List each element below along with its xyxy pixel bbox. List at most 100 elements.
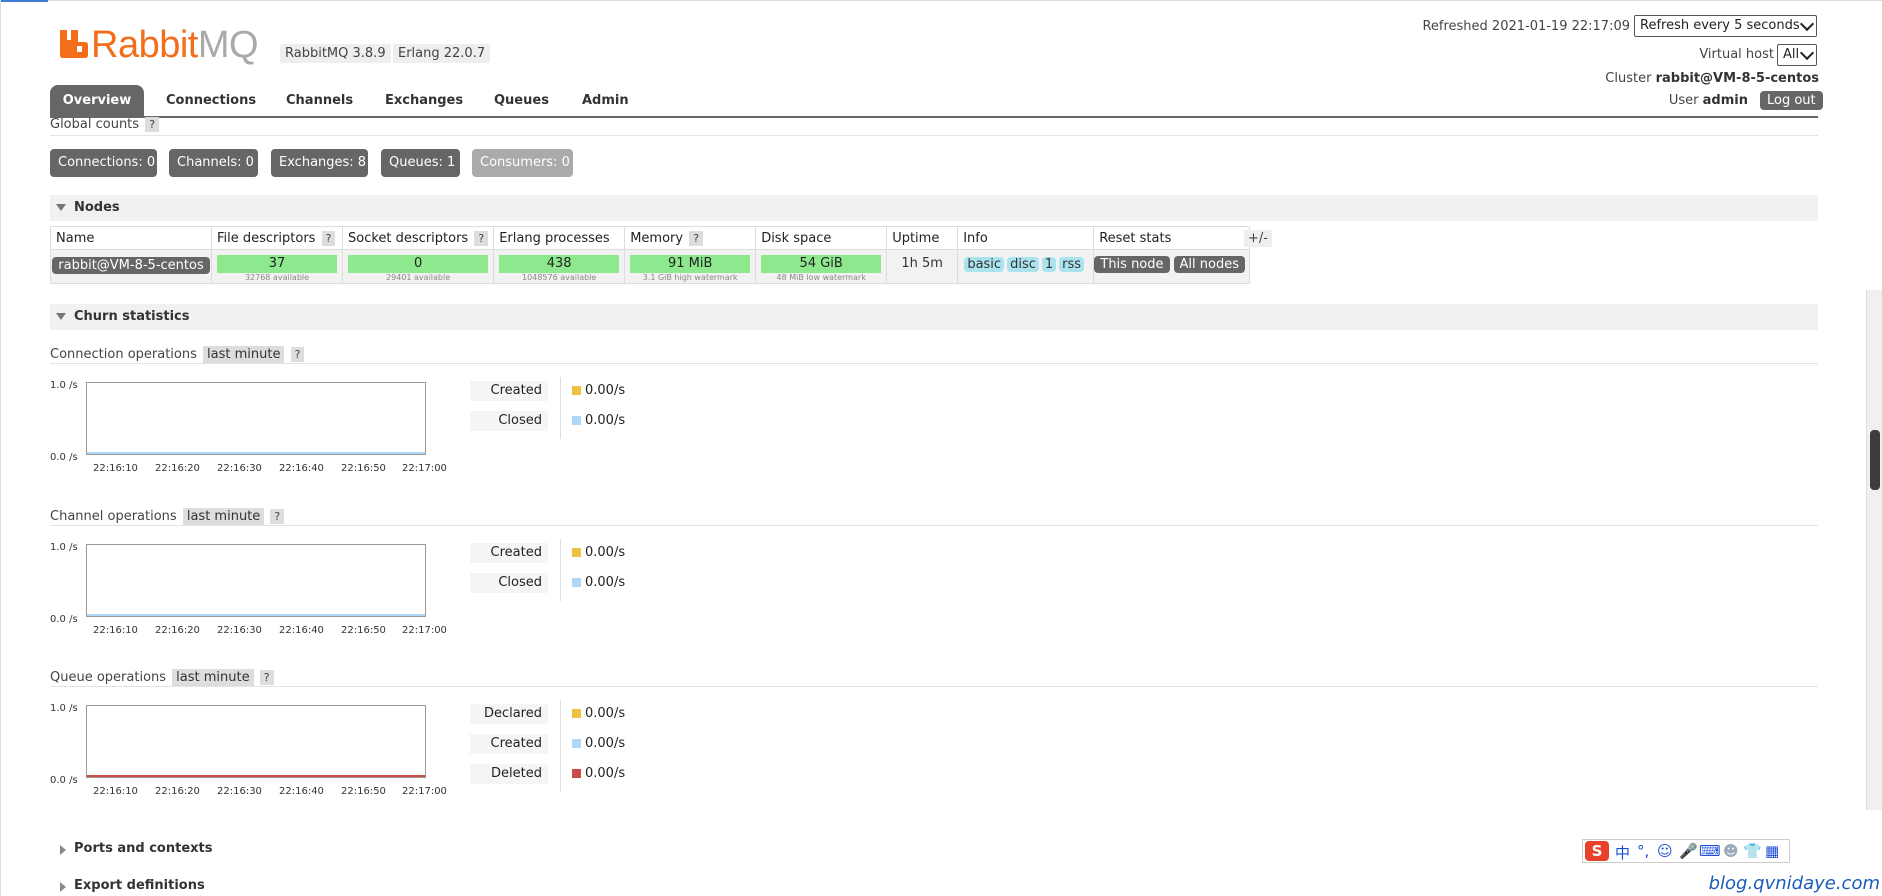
tab-admin[interactable]: Admin xyxy=(582,85,629,116)
plot-area xyxy=(86,544,426,617)
connections-count-button[interactable]: Connections: 0 xyxy=(50,149,157,177)
legend-divider xyxy=(560,377,561,439)
help-button[interactable]: ? xyxy=(145,117,160,132)
tab-exchanges[interactable]: Exchanges xyxy=(385,85,463,116)
column-header: Erlang processes xyxy=(493,226,626,250)
time-range-button[interactable]: last minute xyxy=(203,346,285,363)
channels-count-button[interactable]: Channels: 0 xyxy=(169,149,258,177)
memory-cell: 91 MiB 3.1 GiB high watermark xyxy=(624,249,757,284)
x-tick-label: 22:16:50 xyxy=(341,625,386,636)
help-button[interactable]: ? xyxy=(270,509,285,524)
file-descriptors-cell: 37 32768 available xyxy=(211,249,343,284)
x-tick-label: 22:16:10 xyxy=(93,625,138,636)
queue-operations-chart: 1.0 /s 0.0 /s 22:16:10 22:16:20 22:16:30… xyxy=(50,703,470,803)
export-definitions-title: Export definitions xyxy=(74,878,205,893)
tab-queues[interactable]: Queues xyxy=(494,85,549,116)
tab-channels[interactable]: Channels xyxy=(286,85,353,116)
column-header: Disk space xyxy=(755,226,888,250)
file-descriptors-available: 32768 available xyxy=(244,273,310,282)
reset-all-nodes-button[interactable]: All nodes xyxy=(1173,256,1245,273)
ports-and-contexts-section[interactable]: Ports and contexts xyxy=(50,841,250,859)
time-range-button[interactable]: last minute xyxy=(182,508,265,525)
legend-name: Closed xyxy=(470,573,548,593)
punctuation-icon[interactable]: °, xyxy=(1637,842,1649,860)
x-tick-label: 22:16:40 xyxy=(279,625,324,636)
global-counts-heading: Global counts ? xyxy=(50,117,160,132)
disk-space-bar: 54 GiB xyxy=(761,255,882,273)
logo-wordmark: RabbitMQ xyxy=(91,24,259,66)
node-name-link[interactable]: rabbit@VM-8-5-centos xyxy=(52,257,210,274)
time-range-button[interactable]: last minute xyxy=(172,669,254,686)
legend-value: 0.00/s xyxy=(585,383,626,398)
column-header: Name xyxy=(50,226,212,250)
refresh-interval-select[interactable]: Refresh every 5 seconds xyxy=(1634,15,1817,37)
export-definitions-section[interactable]: Export definitions xyxy=(50,878,250,896)
legend-swatch xyxy=(572,386,581,395)
info-tag-count: 1 xyxy=(1041,257,1057,272)
churn-title: Churn statistics xyxy=(74,309,190,324)
vertical-scrollbar[interactable] xyxy=(1866,290,1882,810)
tab-overview[interactable]: Overview xyxy=(50,85,144,116)
series-line-closed xyxy=(87,614,425,616)
help-button[interactable]: ? xyxy=(290,347,305,362)
sogou-logo-icon[interactable]: S xyxy=(1585,841,1609,861)
info-tag-rss: rss xyxy=(1059,257,1085,272)
y-axis-top-label: 1.0 /s xyxy=(50,542,78,553)
erlang-processes-available: 1048576 available xyxy=(522,273,597,282)
x-tick-label: 22:17:00 xyxy=(402,463,447,474)
microphone-icon[interactable]: 🎤 xyxy=(1679,842,1698,860)
help-button[interactable]: ? xyxy=(259,670,274,685)
nodes-title: Nodes xyxy=(74,200,120,215)
x-tick-label: 22:16:30 xyxy=(217,786,262,797)
x-tick-label: 22:16:50 xyxy=(341,786,386,797)
legend-value: 0.00/s xyxy=(585,413,626,428)
toggle-columns-button[interactable]: +/- xyxy=(1244,230,1272,247)
expand-triangle-icon xyxy=(60,845,66,855)
x-tick-label: 22:16:20 xyxy=(155,625,200,636)
legend-swatch xyxy=(572,416,581,425)
help-button[interactable]: ? xyxy=(689,230,704,246)
keyboard-icon[interactable]: ⌨ xyxy=(1699,842,1721,860)
socket-descriptors-available: 29401 available xyxy=(386,273,451,282)
expand-triangle-icon xyxy=(60,882,66,892)
virtual-host-select[interactable]: All xyxy=(1777,44,1817,66)
cluster-info: Cluster rabbit@VM-8-5-centos xyxy=(1605,71,1819,86)
queue-operations-heading: Queue operations last minute ? xyxy=(50,669,274,686)
legend-value: 0.00/s xyxy=(585,575,626,590)
reset-this-node-button[interactable]: This node xyxy=(1094,256,1170,273)
legend-name: Closed xyxy=(470,411,548,431)
queues-count-button[interactable]: Queues: 1 xyxy=(381,149,460,177)
toolbox-icon[interactable]: ▦ xyxy=(1765,842,1779,860)
series-line-deleted xyxy=(87,775,425,777)
y-axis-bottom-label: 0.0 /s xyxy=(50,775,78,786)
skin-icon[interactable]: 👕 xyxy=(1743,842,1762,860)
help-button[interactable]: ? xyxy=(321,230,336,246)
legend-swatch xyxy=(572,578,581,587)
legend-name: Created xyxy=(470,734,548,754)
x-tick-label: 22:16:30 xyxy=(217,625,262,636)
logout-button[interactable]: Log out xyxy=(1760,91,1823,110)
consumers-count-button[interactable]: Consumers: 0 xyxy=(472,149,573,177)
cluster-name: rabbit@VM-8-5-centos xyxy=(1655,71,1819,86)
divider xyxy=(50,363,1818,364)
exchanges-count-button[interactable]: Exchanges: 8 xyxy=(271,149,368,177)
scrollbar-thumb[interactable] xyxy=(1870,430,1880,490)
column-header: Socket descriptors ? xyxy=(341,226,495,250)
x-tick-label: 22:17:00 xyxy=(402,786,447,797)
table-row: rabbit@VM-8-5-centos 37 32768 available … xyxy=(50,249,1251,284)
erlang-processes-bar: 438 xyxy=(499,255,620,273)
refresh-interval-value: Refresh every 5 seconds xyxy=(1640,18,1800,33)
tab-connections[interactable]: Connections xyxy=(166,85,256,116)
user-icon[interactable]: ☻ xyxy=(1723,842,1739,860)
nodes-section-header[interactable]: Nodes xyxy=(50,195,1818,221)
chinese-mode-icon[interactable]: 中 xyxy=(1615,842,1630,863)
emoji-icon[interactable]: ☺ xyxy=(1657,842,1673,860)
ports-and-contexts-title: Ports and contexts xyxy=(74,841,213,856)
legend-value: 0.00/s xyxy=(585,706,626,721)
virtual-host-value: All xyxy=(1783,47,1800,62)
help-button[interactable]: ? xyxy=(474,230,489,246)
ime-toolbar: S 中 °, ☺ 🎤 ⌨ ☻ 👕 ▦ xyxy=(1582,839,1790,863)
churn-section-header[interactable]: Churn statistics xyxy=(50,304,1818,330)
divider xyxy=(50,525,1818,526)
socket-descriptors-cell: 0 29401 available xyxy=(341,249,495,284)
